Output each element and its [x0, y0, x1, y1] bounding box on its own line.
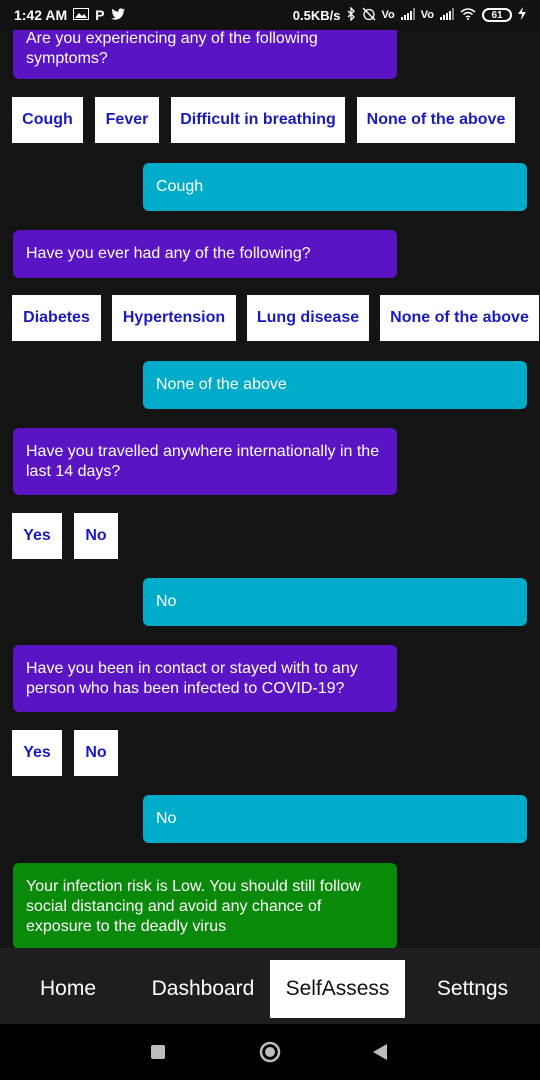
answer-bubble-conditions: None of the above [143, 361, 527, 409]
signal-icon [400, 7, 415, 23]
option-no[interactable]: No [74, 513, 118, 559]
option-none-of-the-above[interactable]: None of the above [357, 97, 515, 143]
option-diabetes[interactable]: Diabetes [12, 295, 101, 341]
option-cough[interactable]: Cough [12, 97, 83, 143]
option-none-of-the-above-2[interactable]: None of the above [380, 295, 539, 341]
option-fever[interactable]: Fever [95, 97, 159, 143]
back-triangle-icon[interactable] [373, 1044, 387, 1065]
status-bar: 1:42 AM P 0.5KB/s Vo Vo 61 [0, 0, 540, 30]
nav-selfassess[interactable]: SelfAssess [270, 960, 405, 1018]
question-bubble-contact: Have you been in contact or stayed with … [13, 645, 397, 712]
option-yes[interactable]: Yes [12, 513, 62, 559]
status-bar-left: 1:42 AM P [14, 7, 125, 23]
alarm-off-icon [362, 7, 376, 24]
signal-icon-2 [440, 7, 454, 23]
bottom-navigation: Home Dashboard SelfAssess Settngs [0, 948, 540, 1024]
option-no-2[interactable]: No [74, 730, 118, 776]
network-speed: 0.5KB/s [292, 7, 341, 23]
status-bar-right: 0.5KB/s Vo Vo 61 [292, 5, 526, 24]
nav-home[interactable]: Home [0, 960, 136, 1018]
option-lung-disease[interactable]: Lung disease [247, 295, 369, 341]
battery-icon: 61 [482, 8, 512, 22]
square-icon[interactable] [151, 1045, 165, 1064]
answer-bubble-travel: No [143, 578, 527, 626]
system-navigation-bar [0, 1024, 540, 1080]
clock: 1:42 AM [14, 7, 68, 23]
bluetooth-icon [347, 5, 356, 24]
question-bubble-conditions: Have you ever had any of the following? [13, 230, 397, 278]
question-bubble-travel: Have you travelled anywhere internationa… [13, 428, 397, 495]
wifi-icon [460, 7, 476, 23]
option-difficult-breathing[interactable]: Difficult in breathing [171, 97, 345, 143]
option-hypertension[interactable]: Hypertension [112, 295, 236, 341]
p-icon: P [95, 7, 105, 23]
volte-icon-2: Vo [420, 9, 434, 21]
nav-settings[interactable]: Settngs [405, 960, 540, 1018]
answer-bubble-contact: No [143, 795, 527, 843]
circle-icon[interactable] [259, 1041, 281, 1068]
gallery-icon [73, 7, 90, 23]
nav-dashboard[interactable]: Dashboard [136, 960, 270, 1018]
option-yes-2[interactable]: Yes [12, 730, 62, 776]
risk-result-bubble: Your infection risk is Low. You should s… [13, 863, 397, 949]
volte-icon: Vo [381, 9, 395, 21]
twitter-icon [110, 7, 125, 23]
answer-bubble-symptoms: Cough [143, 163, 527, 211]
charging-icon [518, 7, 526, 23]
